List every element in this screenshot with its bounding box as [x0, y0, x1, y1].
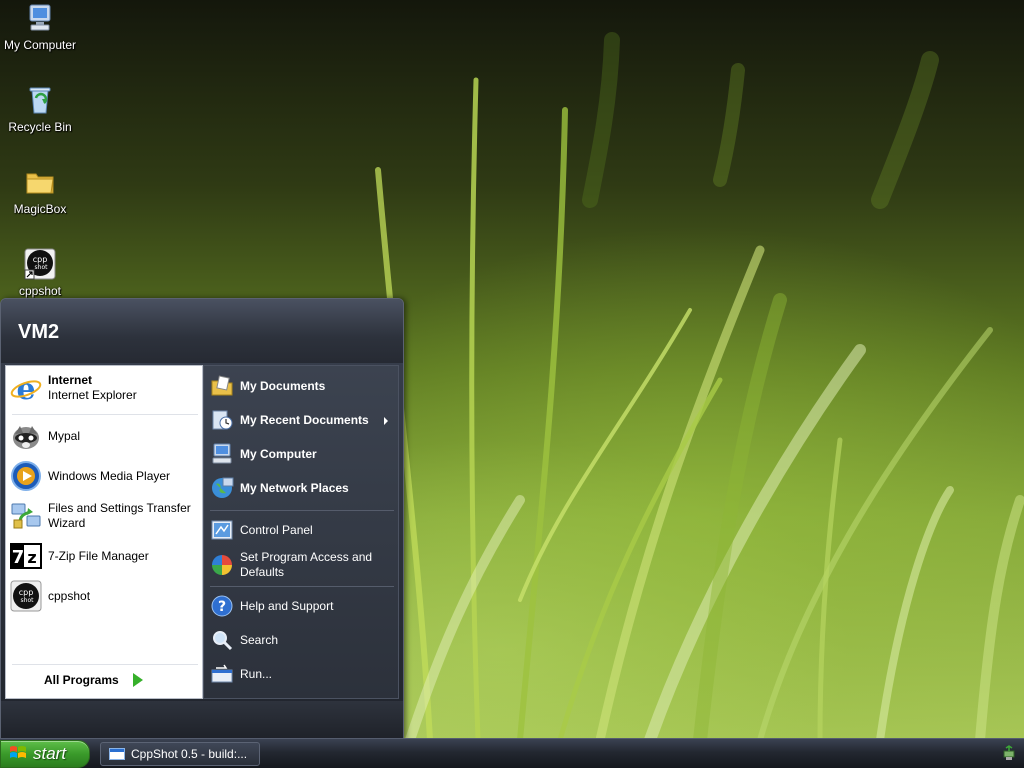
menu-item-help-and-support[interactable]: ? Help and Support	[210, 594, 396, 618]
menu-item-label: My Recent Documents	[240, 412, 369, 427]
7zip-icon: 7 z	[10, 540, 42, 572]
menu-item-label: Run...	[240, 666, 273, 681]
menu-item-my-documents[interactable]: My Documents	[210, 374, 396, 398]
start-label: start	[33, 744, 67, 763]
start-menu-places-pane: My Documents My Recent Documents My Comp…	[203, 365, 399, 699]
menu-item-program-defaults[interactable]: Set Program Access and Defaults	[210, 550, 396, 580]
internet-explorer-icon: e	[10, 372, 42, 407]
windows-logo-icon	[9, 744, 27, 765]
cppshot-shortcut-icon: cpp shot	[24, 248, 56, 280]
divider	[12, 664, 198, 665]
green-arrow-icon	[132, 673, 143, 687]
menu-item-windows-media-player[interactable]: Windows Media Player	[10, 460, 200, 492]
desktop-icon-recycle-bin[interactable]: Recycle Bin	[0, 84, 80, 134]
start-menu-header: VM2	[1, 299, 403, 363]
svg-text:7: 7	[12, 547, 25, 568]
svg-text:cpp: cpp	[19, 588, 34, 597]
start-menu-programs-pane: e Internet Internet Explorer Mypal Windo…	[5, 365, 203, 699]
desktop-icon-magicbox[interactable]: MagicBox	[0, 166, 80, 216]
menu-item-label: 7-Zip File Manager	[48, 548, 149, 563]
control-panel-icon	[210, 518, 234, 542]
desktop-icon-cppshot[interactable]: cpp shot cppshot	[0, 248, 80, 298]
taskbar-button-label: CppShot 0.5 - build:...	[131, 747, 248, 761]
menu-item-my-computer[interactable]: My Computer	[210, 442, 396, 466]
window-icon	[109, 748, 125, 760]
run-icon	[210, 662, 234, 686]
start-button[interactable]: start	[0, 740, 90, 768]
menu-item-label: Control Panel	[240, 522, 313, 537]
recycle-bin-icon	[24, 84, 56, 116]
menu-item-label: My Documents	[240, 378, 326, 393]
divider	[12, 414, 198, 415]
menu-item-internet-explorer[interactable]: e Internet Internet Explorer	[10, 372, 200, 407]
menu-item-my-recent-documents[interactable]: My Recent Documents	[210, 408, 396, 432]
help-icon: ?	[210, 594, 234, 618]
menu-item-my-network-places[interactable]: My Network Places	[210, 476, 396, 500]
transfer-wizard-icon	[10, 500, 42, 532]
desktop-icon-label: MagicBox	[13, 202, 67, 216]
svg-text:shot: shot	[35, 264, 49, 271]
desktop-icon-label: My Computer	[3, 38, 77, 52]
all-programs-label: All Programs	[44, 673, 119, 687]
submenu-arrow-icon	[384, 417, 388, 425]
menu-item-label: My Computer	[240, 446, 317, 461]
my-computer-icon	[210, 442, 234, 466]
menu-item-search[interactable]: Search	[210, 628, 396, 652]
menu-item-mypal[interactable]: Mypal	[10, 420, 200, 452]
menu-item-subtitle: Internet Explorer	[48, 388, 137, 402]
taskbar-button-cppshot[interactable]: CppShot 0.5 - build:...	[100, 742, 260, 766]
menu-item-label: Files and Settings Transfer Wizard	[48, 501, 191, 530]
menu-item-cppshot[interactable]: cpp shot cppshot	[10, 580, 200, 612]
desktop-icon-my-computer[interactable]: My Computer	[0, 2, 80, 52]
menu-item-label: Windows Media Player	[48, 468, 171, 483]
recent-documents-icon	[210, 408, 234, 432]
svg-text:e: e	[16, 372, 35, 404]
divider	[210, 586, 394, 587]
svg-text:cpp: cpp	[33, 255, 48, 264]
menu-item-label: Help and Support	[240, 598, 334, 613]
safely-remove-hardware-icon[interactable]	[1001, 744, 1017, 764]
taskbar: start CppShot 0.5 - build:...	[0, 738, 1024, 768]
menu-item-label: Search	[240, 632, 279, 647]
svg-text:z: z	[27, 548, 36, 567]
menu-item-control-panel[interactable]: Control Panel	[210, 518, 396, 542]
svg-text:?: ?	[218, 599, 226, 615]
menu-item-title: Internet	[48, 373, 93, 387]
user-name: VM2	[18, 321, 60, 343]
svg-text:shot: shot	[21, 597, 35, 604]
start-menu-footer	[1, 701, 403, 741]
search-icon	[210, 628, 234, 652]
folder-icon	[24, 166, 56, 198]
menu-item-run[interactable]: Run...	[210, 662, 396, 686]
menu-item-label: Mypal	[48, 428, 81, 443]
my-computer-icon	[24, 2, 56, 34]
menu-item-transfer-wizard[interactable]: Files and Settings Transfer Wizard	[10, 500, 200, 532]
system-tray	[994, 739, 1024, 768]
menu-item-7zip[interactable]: 7 z 7-Zip File Manager	[10, 540, 200, 572]
menu-item-label: Set Program Access and Defaults	[240, 550, 373, 579]
mypal-icon	[10, 420, 42, 452]
cppshot-icon: cpp shot	[10, 580, 42, 612]
desktop-icon-label: Recycle Bin	[8, 120, 72, 134]
menu-item-label: My Network Places	[240, 480, 349, 495]
desktop-icon-label: cppshot	[18, 284, 62, 298]
windows-media-player-icon	[10, 460, 42, 492]
menu-item-label: cppshot	[48, 588, 91, 603]
my-documents-icon	[210, 374, 234, 398]
divider	[210, 510, 394, 511]
start-menu: VM2 e Internet Internet Explorer Mypal W…	[0, 298, 404, 741]
network-places-icon	[210, 476, 234, 500]
all-programs-button[interactable]: All Programs	[44, 673, 143, 687]
program-defaults-icon	[210, 553, 234, 577]
